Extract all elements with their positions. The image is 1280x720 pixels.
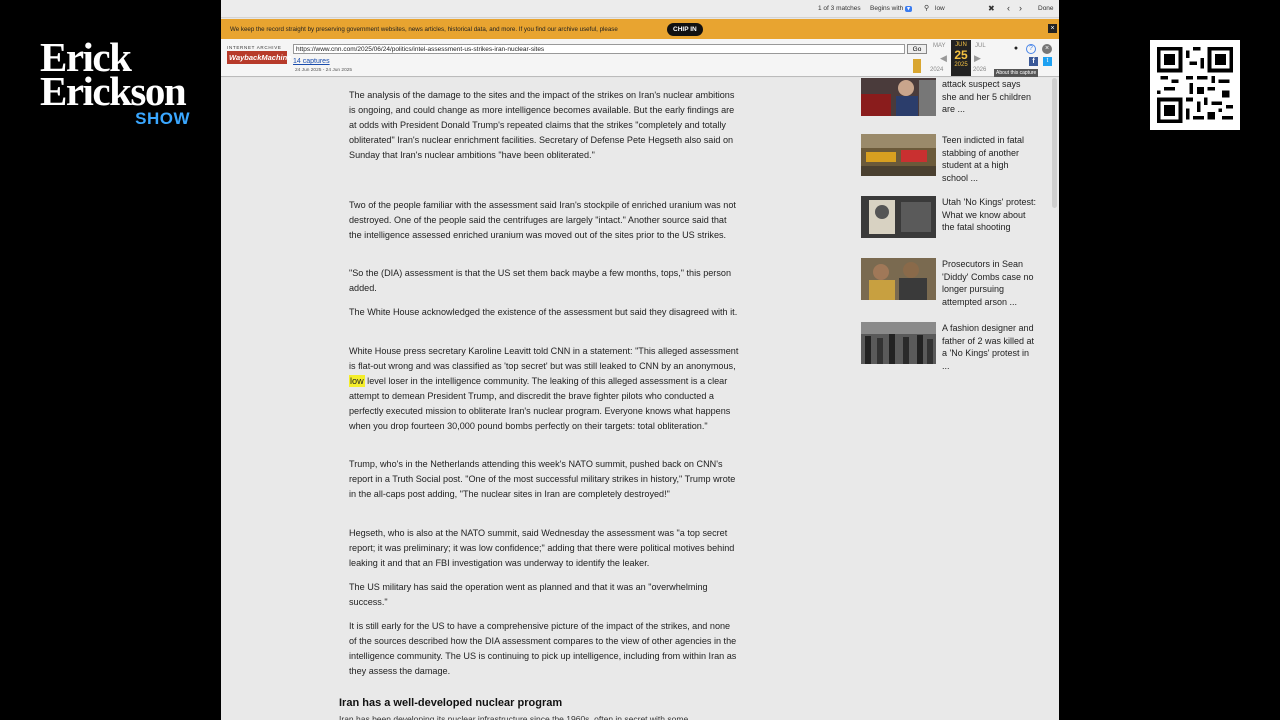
show-logo: Erick Erickson SHOW: [40, 37, 200, 129]
story-thumbnail[interactable]: [861, 258, 936, 300]
help-icon[interactable]: ?: [1026, 44, 1036, 54]
search-icon: ⚲: [924, 5, 930, 12]
user-icon[interactable]: ●: [1011, 44, 1021, 54]
clear-search-icon[interactable]: ✖: [988, 4, 995, 13]
begins-with-label: Begins with: [870, 5, 904, 12]
current-day: 25: [954, 48, 968, 62]
previous-match-icon[interactable]: ‹: [1007, 3, 1010, 13]
close-icon[interactable]: ×: [1042, 44, 1052, 54]
article-paragraph: It is still early for the US to have a c…: [349, 621, 737, 676]
begins-with-option[interactable]: Begins with ▾: [870, 5, 912, 12]
article-paragraph: The analysis of the damage to the sites …: [349, 90, 735, 160]
article-paragraph: "So the (DIA) assessment is that the US …: [349, 268, 731, 293]
wayback-toolbar: INTERNET ARCHIVE WaybackMachine https://…: [221, 39, 1059, 77]
chevron-down-icon: ▾: [905, 6, 912, 12]
find-match-count: 1 of 3 matches: [818, 5, 861, 12]
related-story[interactable]: Teen indicted in fatal stabbing of anoth…: [861, 134, 1041, 194]
find-done-button[interactable]: Done: [1038, 5, 1054, 12]
donation-banner: We keep the record straight by preservin…: [221, 19, 1059, 39]
next-month-label[interactable]: JUL: [975, 43, 986, 49]
facebook-icon[interactable]: f: [1029, 57, 1038, 66]
story-thumbnail[interactable]: [861, 322, 936, 364]
current-year: 2025: [954, 62, 968, 68]
wayback-wordmark: WaybackMachine: [227, 51, 292, 64]
current-capture-date: JUN 25 2025: [951, 40, 971, 76]
prev-month-label[interactable]: MAY: [933, 43, 946, 49]
page-scrollbar[interactable]: [1052, 78, 1057, 208]
related-story[interactable]: Prosecutors in Sean 'Diddy' Combs case n…: [861, 258, 1041, 318]
banner-close-icon[interactable]: ×: [1048, 24, 1057, 33]
go-button[interactable]: Go: [907, 44, 927, 54]
capture-range: 24 Jun 2025 - 24 Jun 2025: [295, 68, 353, 73]
about-capture-button[interactable]: About this capture: [994, 69, 1039, 77]
related-story[interactable]: Utah 'No Kings' protest: What we know ab…: [861, 196, 1041, 256]
captures-link[interactable]: 14 captures: [293, 58, 330, 65]
next-match-icon[interactable]: ›: [1019, 3, 1022, 13]
article-text: White House press secretary Karoline Lea…: [349, 346, 739, 371]
internet-archive-label: INTERNET ARCHIVE: [227, 45, 282, 50]
story-headline[interactable]: A fashion designer and father of 2 was k…: [942, 322, 1037, 372]
browser-window: 1 of 3 matches Begins with ▾ ⚲ low ✖ ‹ ›…: [221, 0, 1059, 720]
qr-code-icon: [1157, 47, 1233, 123]
find-bar: 1 of 3 matches Begins with ▾ ⚲ low ✖ ‹ ›…: [221, 0, 1059, 18]
show-logo-line2: Erickson: [40, 68, 187, 114]
article-paragraph: The White House acknowledged the existen…: [349, 307, 738, 317]
prev-capture-icon[interactable]: ◀: [940, 53, 947, 64]
find-highlight: low: [349, 375, 365, 387]
section-heading: Iran has a well-developed nuclear progra…: [339, 697, 563, 709]
chip-in-button[interactable]: CHIP IN: [667, 23, 703, 36]
qr-code: [1150, 40, 1240, 130]
article-paragraph: Iran has been developing its nuclear inf…: [339, 714, 689, 720]
article-paragraph: The US military has said the operation w…: [349, 582, 708, 607]
story-headline[interactable]: Teen indicted in fatal stabbing of anoth…: [942, 134, 1037, 184]
article-paragraph: White House press secretary Karoline Lea…: [349, 344, 739, 434]
twitter-icon[interactable]: t: [1043, 57, 1052, 66]
wayback-logo[interactable]: INTERNET ARCHIVE WaybackMachine: [227, 45, 292, 64]
wayback-url-input[interactable]: https://www.cnn.com/2025/06/24/politics/…: [293, 44, 905, 54]
banner-message: We keep the record straight by preservin…: [230, 26, 618, 33]
article-paragraph: Trump, who's in the Netherlands attendin…: [349, 459, 736, 499]
story-thumbnail[interactable]: [861, 134, 936, 176]
story-headline[interactable]: attack suspect says she and her 5 childr…: [942, 78, 1037, 116]
prev-year-label[interactable]: 2024: [930, 67, 943, 73]
story-headline[interactable]: Utah 'No Kings' protest: What we know ab…: [942, 196, 1037, 234]
next-year-label[interactable]: 2026: [973, 67, 986, 73]
next-capture-icon[interactable]: ▶: [974, 53, 981, 64]
article-page: The analysis of the damage to the sites …: [221, 78, 1059, 720]
related-story[interactable]: attack suspect says she and her 5 childr…: [861, 78, 1041, 134]
article-text: level loser in the intelligence communit…: [349, 376, 731, 431]
story-thumbnail[interactable]: [861, 196, 936, 238]
story-thumbnail[interactable]: [861, 78, 936, 116]
find-input[interactable]: low: [935, 5, 945, 12]
article-paragraph: Hegseth, who is also at the NATO summit,…: [349, 528, 735, 568]
article-paragraph: Two of the people familiar with the asse…: [349, 200, 736, 240]
story-headline[interactable]: Prosecutors in Sean 'Diddy' Combs case n…: [942, 258, 1037, 308]
capture-histogram[interactable]: [913, 59, 921, 73]
related-story[interactable]: A fashion designer and father of 2 was k…: [861, 322, 1041, 382]
